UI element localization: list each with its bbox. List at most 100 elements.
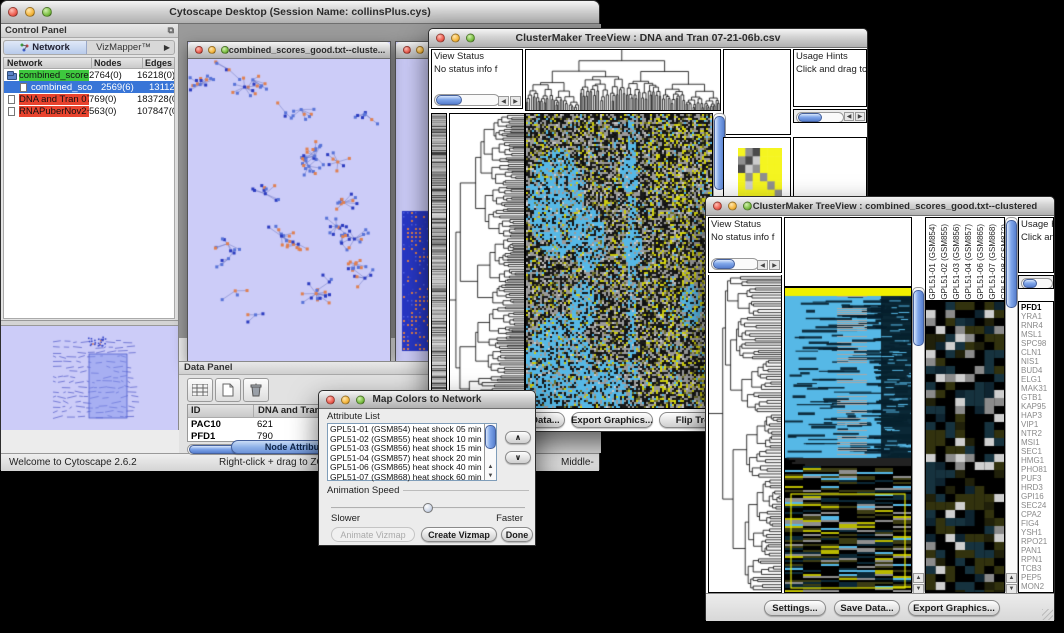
window-controls[interactable] — [713, 202, 752, 211]
close-icon[interactable] — [8, 7, 18, 17]
tv2-export-graphics-button[interactable]: Export Graphics... — [908, 600, 1000, 616]
scroll-left-icon[interactable]: ◀ — [844, 112, 854, 121]
tv2-heatmap2-canvas[interactable] — [926, 302, 1004, 592]
tv2-hints-hscrollbar[interactable] — [1021, 278, 1053, 289]
float-panel-icon[interactable]: ⧉ — [168, 25, 174, 36]
tv1-correlation-matrix[interactable] — [738, 148, 782, 198]
gene-label[interactable]: BUD4 — [1019, 366, 1053, 375]
close-icon[interactable] — [403, 46, 411, 54]
scroll-left-icon[interactable]: ◀ — [757, 260, 768, 270]
tv1-column-dendrogram[interactable] — [526, 50, 720, 110]
gene-label[interactable]: RNR4 — [1019, 321, 1053, 330]
minimize-icon[interactable] — [341, 395, 350, 404]
scroll-left-icon[interactable]: ◀ — [498, 96, 509, 106]
slider-thumb[interactable] — [423, 503, 433, 513]
minimize-icon[interactable] — [25, 7, 35, 17]
tabs-overflow-icon[interactable]: ▶ — [160, 43, 174, 52]
window-controls[interactable] — [326, 395, 365, 404]
vscroll-thumb[interactable] — [485, 425, 496, 449]
close-icon[interactable] — [195, 46, 203, 54]
window-controls[interactable] — [195, 46, 229, 54]
gene-label[interactable]: RPN1 — [1019, 555, 1053, 564]
tv2-status-hscrollbar[interactable] — [711, 258, 759, 270]
gene-label[interactable]: PFD1 — [1019, 303, 1053, 312]
hscroll-thumb[interactable] — [436, 95, 462, 105]
main-titlebar[interactable]: Cytoscape Desktop (Session Name: collins… — [1, 1, 599, 24]
gene-label[interactable]: NTR2 — [1019, 429, 1053, 438]
tv2-column-label[interactable]: GPL51-03 (GSM856) — [952, 224, 962, 300]
combined_sco[interactable]: combined_sco 2569(6) 13112(15) — [4, 81, 174, 93]
scroll-down-icon[interactable]: ▼ — [485, 471, 496, 480]
tv2-settings-button[interactable]: Settings... — [764, 600, 826, 616]
resize-grip[interactable] — [1042, 609, 1053, 620]
attr-col-id[interactable]: ID — [188, 405, 254, 417]
gene-label[interactable]: GPI16 — [1019, 492, 1053, 501]
tab-network[interactable]: Network — [4, 41, 87, 54]
tv2-column-label[interactable]: GPL51-02 (GSM855) — [940, 224, 950, 300]
tv2-column-label[interactable]: GPL51-04 (GSM857) — [964, 224, 974, 300]
scroll-right-icon[interactable]: ▶ — [769, 260, 780, 270]
tv2-column-label[interactable]: GPL51-06 (GSM865) — [976, 224, 986, 300]
minimize-icon[interactable] — [728, 202, 737, 211]
combined_scores[interactable]: combined_scores 2764(0) 16218(0) — [4, 69, 174, 81]
hscroll-thumb[interactable] — [798, 113, 822, 122]
gene-label[interactable]: SEC1 — [1019, 447, 1053, 456]
zoom-window-icon[interactable] — [356, 395, 365, 404]
scroll-up-icon[interactable]: ▲ — [913, 573, 924, 583]
gene-label[interactable]: NIS1 — [1019, 357, 1053, 366]
tv2-heatmap-canvas[interactable] — [785, 288, 911, 592]
gene-label[interactable]: MAK31 — [1019, 384, 1053, 393]
gene-label[interactable]: GTB1 — [1019, 393, 1053, 402]
gene-label[interactable]: SPC98 — [1019, 339, 1053, 348]
delete-attribute-icon[interactable] — [243, 378, 269, 402]
scroll-up-icon[interactable]: ▲ — [485, 462, 496, 471]
gene-label[interactable]: ELG1 — [1019, 375, 1053, 384]
col-nodes[interactable]: Nodes — [92, 58, 143, 68]
gene-label[interactable]: FIG4 — [1019, 519, 1053, 528]
DNA and Tran 07[interactable]: DNA and Tran 07 769(0) 183728(0) — [4, 93, 174, 105]
tv1-row-dendrogram[interactable] — [450, 114, 524, 408]
gene-label[interactable]: HAP3 — [1019, 411, 1053, 420]
create-vizmap-button[interactable]: Create Vizmap — [421, 527, 497, 542]
gene-label[interactable]: MSL1 — [1019, 330, 1053, 339]
gene-label[interactable]: PEP5 — [1019, 573, 1053, 582]
zoom-window-icon[interactable] — [743, 202, 752, 211]
attribute-select-icon[interactable] — [187, 378, 213, 402]
gene-label[interactable]: CPA2 — [1019, 510, 1053, 519]
move-up-button[interactable]: ∧ — [505, 431, 531, 444]
gene-label[interactable]: MSI1 — [1019, 438, 1053, 447]
zoom-window-icon[interactable] — [221, 46, 229, 54]
gene-label[interactable]: HMG1 — [1019, 456, 1053, 465]
RNAPuberNov2+[interactable]: RNAPuberNov2+ 563(0) 107847(0) — [4, 105, 174, 117]
close-icon[interactable] — [326, 395, 335, 404]
gene-label[interactable]: MON2 — [1019, 582, 1053, 591]
done-button[interactable]: Done — [501, 527, 533, 542]
gene-label[interactable]: VIP1 — [1019, 420, 1053, 429]
gene-label[interactable]: CLN1 — [1019, 348, 1053, 357]
gene-label[interactable]: PHO81 — [1019, 465, 1053, 474]
tv2-save-data-button[interactable]: Save Data... — [834, 600, 900, 616]
vscroll-thumb[interactable] — [1006, 220, 1017, 308]
map-dialog-titlebar[interactable]: Map Colors to Network — [319, 391, 535, 409]
zoom-window-icon[interactable] — [466, 34, 475, 43]
close-icon[interactable] — [436, 34, 445, 43]
scroll-up-icon[interactable]: ▲ — [1006, 573, 1017, 583]
tv2-column-label[interactable]: GPL51-01 (GSM854) — [928, 224, 938, 300]
network1-canvas[interactable] — [188, 59, 390, 361]
hscroll-thumb[interactable] — [713, 259, 735, 269]
window-controls[interactable] — [8, 7, 52, 17]
tv2-row-dendrogram[interactable] — [709, 275, 781, 591]
netview1-titlebar[interactable]: combined_scores_good.txt--cluste... — [188, 42, 390, 59]
minimize-icon[interactable] — [208, 46, 216, 54]
gene-label[interactable]: PAN1 — [1019, 546, 1053, 555]
treeview2-titlebar[interactable]: ClusterMaker TreeView : combined_scores_… — [706, 197, 1054, 216]
close-icon[interactable] — [713, 202, 722, 211]
zoom-window-icon[interactable] — [42, 7, 52, 17]
tv1-export-graphics-button[interactable]: Export Graphics... — [571, 412, 653, 428]
col-network[interactable]: Network — [4, 58, 92, 68]
hscroll-thumb[interactable] — [1023, 279, 1037, 288]
gene-label[interactable]: HRD3 — [1019, 483, 1053, 492]
tv2-column-label[interactable]: GPL51-07 (GSM868) — [988, 224, 998, 300]
col-edges[interactable]: Edges — [143, 58, 174, 68]
animation-slider[interactable] — [331, 503, 525, 513]
